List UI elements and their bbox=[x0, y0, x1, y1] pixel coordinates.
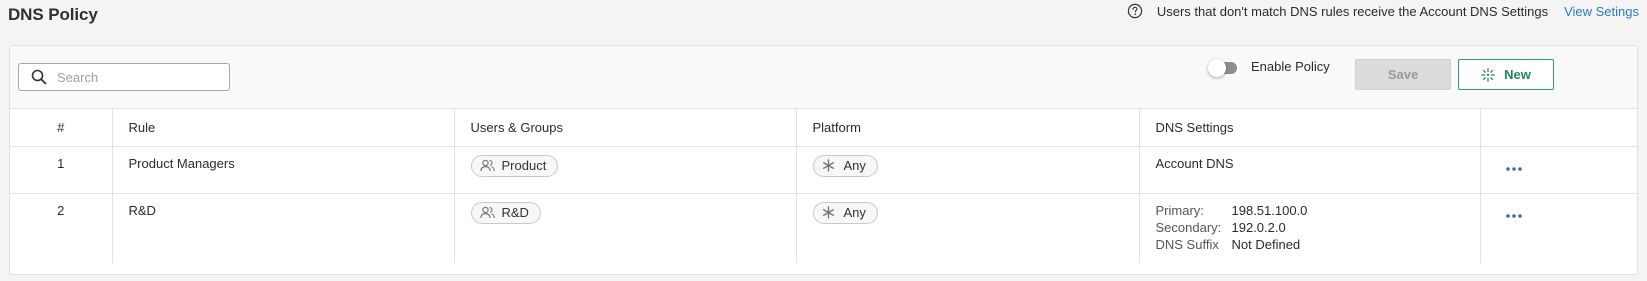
account-dns-info-text: Users that don't match DNS rules receive… bbox=[1156, 3, 1549, 19]
new-button-label: New bbox=[1504, 67, 1531, 82]
platform-chip-label: Any bbox=[843, 205, 866, 220]
column-header-number[interactable]: # bbox=[10, 109, 113, 147]
row-actions-cell bbox=[1480, 146, 1637, 194]
row-actions-cell bbox=[1480, 193, 1637, 263]
asterisk-icon bbox=[822, 206, 837, 219]
top-info-bar: Users that don't match DNS rules receive… bbox=[1127, 3, 1639, 19]
sparkle-icon bbox=[1481, 67, 1495, 82]
enable-policy-label: Enable Policy bbox=[1251, 59, 1330, 74]
platform-chip[interactable]: Any bbox=[812, 201, 878, 224]
view-settings-link[interactable]: View Setings bbox=[1564, 4, 1639, 19]
table-header-row: # Rule Users & Groups Platform DNS Setti… bbox=[10, 109, 1637, 147]
save-button[interactable]: Save bbox=[1355, 59, 1451, 90]
user-group-chip[interactable]: R&D bbox=[470, 201, 541, 224]
asterisk-icon bbox=[822, 159, 837, 172]
new-button[interactable]: New bbox=[1458, 59, 1554, 90]
search-icon bbox=[31, 69, 47, 85]
dns-rules-table: # Rule Users & Groups Platform DNS Setti… bbox=[10, 109, 1637, 263]
rule-name[interactable]: R&D bbox=[112, 193, 455, 263]
more-actions-icon[interactable] bbox=[1505, 213, 1522, 218]
users-group-icon bbox=[479, 206, 495, 219]
column-header-users-groups[interactable]: Users & Groups bbox=[454, 109, 797, 147]
enable-policy-toggle[interactable] bbox=[1208, 58, 1237, 77]
user-group-chip-label: Product bbox=[501, 158, 547, 173]
save-button-label: Save bbox=[1387, 67, 1419, 82]
dns-policy-panel: Enable Policy Save bbox=[9, 45, 1638, 275]
dns-secondary-label: Secondary: bbox=[1155, 219, 1222, 235]
platform-chip[interactable]: Any bbox=[812, 154, 878, 177]
column-header-platform[interactable]: Platform bbox=[796, 109, 1140, 147]
dns-suffix-value: Not Defined bbox=[1231, 236, 1301, 252]
dns-settings-cell: Account DNS bbox=[1139, 146, 1481, 194]
toggle-knob bbox=[1208, 58, 1226, 77]
dns-secondary-value: 192.0.2.0 bbox=[1231, 219, 1286, 235]
column-header-dns-settings[interactable]: DNS Settings bbox=[1139, 109, 1481, 147]
platform-cell: Any bbox=[796, 193, 1140, 263]
dns-settings-cell: Primary: 198.51.100.0 Secondary: 192.0.2… bbox=[1139, 193, 1481, 263]
rule-number: 2 bbox=[10, 193, 113, 263]
users-groups-cell: Product bbox=[454, 146, 797, 194]
table-row[interactable]: 2 R&D R&D Any Primary: 198.51.100.0 Seco… bbox=[10, 193, 1637, 263]
search-box[interactable] bbox=[18, 63, 230, 91]
page-title: DNS Policy bbox=[8, 5, 98, 24]
rule-number: 1 bbox=[10, 146, 113, 194]
dns-primary-value: 198.51.100.0 bbox=[1231, 202, 1308, 218]
question-circle-icon[interactable] bbox=[1127, 3, 1143, 19]
search-input[interactable] bbox=[55, 68, 225, 86]
toolbar: Enable Policy Save bbox=[10, 46, 1637, 109]
users-group-icon bbox=[479, 159, 495, 172]
user-group-chip-label: R&D bbox=[501, 205, 529, 220]
more-actions-icon[interactable] bbox=[1505, 166, 1522, 171]
rule-name[interactable]: Product Managers bbox=[112, 146, 455, 194]
dns-primary-label: Primary: bbox=[1155, 202, 1204, 218]
platform-cell: Any bbox=[796, 146, 1140, 194]
column-header-actions bbox=[1480, 109, 1637, 147]
user-group-chip[interactable]: Product bbox=[470, 154, 559, 177]
users-groups-cell: R&D bbox=[454, 193, 797, 263]
table-row[interactable]: 1 Product Managers Product Any Account D… bbox=[10, 146, 1637, 194]
dns-suffix-label: DNS Suffix bbox=[1155, 236, 1219, 252]
custom-dns-details: Primary: 198.51.100.0 Secondary: 192.0.2… bbox=[1156, 203, 1480, 252]
platform-chip-label: Any bbox=[843, 158, 866, 173]
column-header-rule[interactable]: Rule bbox=[112, 109, 455, 147]
enable-policy-control: Enable Policy bbox=[1208, 58, 1330, 77]
